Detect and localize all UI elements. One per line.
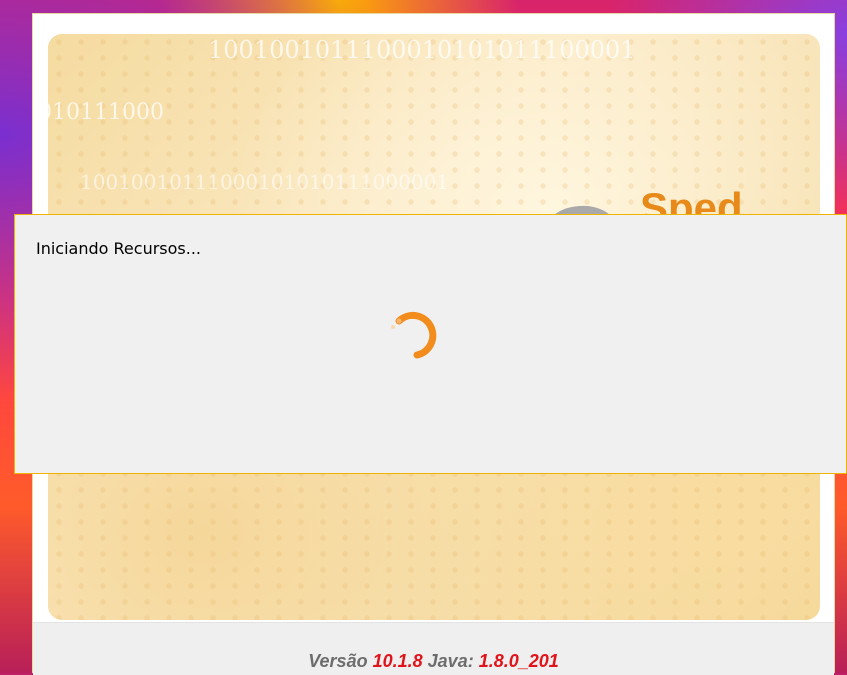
version-value: 10.1.8 [372, 651, 423, 671]
progress-dialog: Iniciando Recursos... [14, 214, 847, 474]
version-label: Versão [308, 651, 368, 671]
loading-spinner-icon [391, 311, 437, 359]
java-value: 1.8.0_201 [478, 651, 559, 671]
binary-text-1: 1001001011100010101011100001 [208, 36, 636, 64]
binary-text-2: 010111000 [48, 100, 164, 125]
status-text: Iniciando Recursos... [36, 239, 201, 258]
version-info: Versão 10.1.8 Java: 1.8.0_201 [33, 651, 834, 672]
version-bar: Versão 10.1.8 Java: 1.8.0_201 [33, 622, 834, 675]
binary-text-3: 10010010111000101010111000001 [80, 170, 450, 194]
java-label: Java: [427, 651, 474, 671]
